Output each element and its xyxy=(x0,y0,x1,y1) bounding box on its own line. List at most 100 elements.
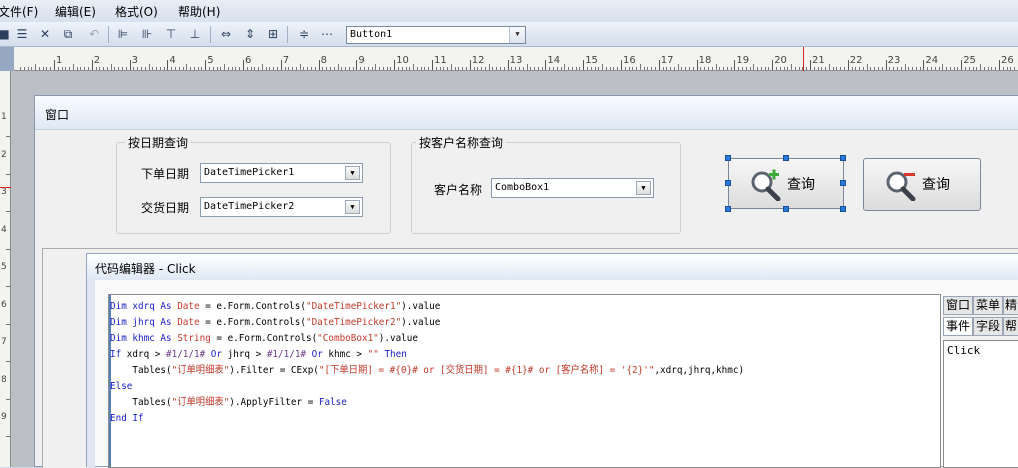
tab-fields[interactable]: 字段 xyxy=(973,317,1003,336)
ruler-tick xyxy=(106,67,108,70)
form-title-bar[interactable]: 窗口 xyxy=(35,96,1018,130)
ruler-label: 15 xyxy=(585,55,598,66)
ruler-tick xyxy=(224,64,226,70)
chevron-down-icon[interactable]: ▼ xyxy=(345,166,360,180)
ruler-tick xyxy=(753,64,755,70)
ruler-tick xyxy=(605,67,607,70)
chevron-down-icon[interactable]: ▼ xyxy=(509,27,525,43)
same-width-icon[interactable]: ⇔ xyxy=(218,26,234,42)
menu-help[interactable]: 帮助(H) xyxy=(178,3,220,20)
ruler-tick xyxy=(741,67,743,70)
ruler-tick xyxy=(212,67,214,70)
ruler-tick xyxy=(927,67,929,70)
tab-fine[interactable]: 精 xyxy=(1003,296,1018,315)
ruler-tick xyxy=(477,67,479,70)
tab-menu[interactable]: 菜单 xyxy=(973,296,1003,315)
ruler-tick xyxy=(481,67,483,70)
ruler-tick xyxy=(360,67,362,70)
ruler-tick xyxy=(775,67,777,70)
selection-handle[interactable] xyxy=(783,206,789,212)
save-icon[interactable]: ■ xyxy=(0,26,12,42)
event-item-click[interactable]: Click xyxy=(947,344,1015,357)
ruler-label: 2 xyxy=(1,149,7,160)
align-left-icon[interactable]: ⊫ xyxy=(115,26,131,42)
ruler-tick xyxy=(432,60,433,70)
ruler-tick xyxy=(6,286,10,287)
align-top-icon[interactable]: ⊤ xyxy=(163,26,179,42)
customer-combobox[interactable]: ComboBox1 ▼ xyxy=(491,178,654,198)
align-bottom-icon[interactable]: ⊥ xyxy=(187,26,203,42)
menu-file[interactable]: 文件(F) xyxy=(0,3,38,20)
ruler-tick xyxy=(273,67,275,70)
ruler-tick xyxy=(946,67,948,70)
same-size-icon[interactable]: ⊞ xyxy=(265,26,281,42)
chevron-down-icon[interactable]: ▼ xyxy=(636,181,651,195)
code-editor-title-bar[interactable]: 代码编辑器 - Click xyxy=(87,254,1018,280)
side-panel: 窗口 菜单 精 事件 字段 帮 Click xyxy=(943,296,1018,468)
ruler-tick xyxy=(250,67,252,70)
ruler-tick xyxy=(534,67,536,70)
ruler-tick xyxy=(216,67,218,70)
tab-help[interactable]: 帮 xyxy=(1003,317,1018,336)
ruler-tick xyxy=(957,67,959,70)
space-horizontal-icon[interactable]: ⋯ xyxy=(319,26,335,42)
vertical-ruler: 1 2 3 4 5 6 7 8 9 xyxy=(0,71,11,467)
ruler-tick xyxy=(885,60,887,70)
menu-edit[interactable]: 编辑(E) xyxy=(55,3,96,20)
ruler-label: 1 xyxy=(1,112,7,122)
ruler-tick xyxy=(95,67,97,70)
ruler-tick xyxy=(31,67,33,70)
tab-events[interactable]: 事件 xyxy=(943,317,973,336)
selection-handle[interactable] xyxy=(840,180,846,186)
selection-handle[interactable] xyxy=(783,155,789,161)
delete-icon[interactable]: ✕ xyxy=(37,26,53,42)
ruler-tick xyxy=(386,67,388,70)
ruler-tick xyxy=(723,67,725,70)
ruler-corner xyxy=(0,47,14,71)
ruler-tick xyxy=(507,60,509,70)
ruler-tick xyxy=(35,64,37,70)
query-button-2[interactable]: 查询 xyxy=(863,158,981,211)
editor-left-margin xyxy=(87,280,95,468)
ruler-tick xyxy=(715,64,717,70)
undo-icon[interactable]: ↶ xyxy=(86,26,102,42)
selection-handle[interactable] xyxy=(725,206,731,212)
ruler-label: 4 xyxy=(169,55,176,66)
order-date-picker[interactable]: DateTimePicker1 ▼ xyxy=(200,163,363,183)
ruler-label: 3 xyxy=(131,55,138,66)
ruler-label: 20 xyxy=(774,55,787,66)
ruler-tick xyxy=(726,67,728,70)
control-selector[interactable]: Button1 ▼ xyxy=(346,26,526,44)
selection-handle[interactable] xyxy=(840,155,846,161)
ruler-tick xyxy=(148,64,150,70)
code-text-area[interactable]: Dim xdrq As Date = e.Form.Controls("Date… xyxy=(108,294,941,468)
tab-window[interactable]: 窗口 xyxy=(943,296,973,315)
space-vertical-icon[interactable]: ≑ xyxy=(296,26,312,42)
ruler-label: 17 xyxy=(660,55,674,66)
ruler-tick xyxy=(254,67,256,70)
ruler-label: 1 xyxy=(56,55,63,66)
code-editor-window[interactable]: 代码编辑器 - Click Dim xdrq As Date = e.Form.… xyxy=(86,253,1018,468)
ruler-tick xyxy=(628,67,630,70)
selection-handle[interactable] xyxy=(725,180,731,186)
cut-icon[interactable]: ☰ xyxy=(14,26,30,42)
align-right-icon[interactable]: ⊪ xyxy=(139,26,155,42)
selection-handle[interactable] xyxy=(725,155,731,161)
ruler-tick xyxy=(182,67,184,70)
chevron-down-icon[interactable]: ▼ xyxy=(345,200,360,214)
ruler-tick xyxy=(896,67,898,70)
same-height-icon[interactable]: ⇕ xyxy=(242,26,258,42)
copy-icon[interactable]: ⧉ xyxy=(60,26,76,42)
ruler-tick xyxy=(904,64,906,70)
ruler-tick xyxy=(152,67,154,70)
ruler-tick xyxy=(227,67,229,70)
query-button[interactable]: 查询 xyxy=(728,158,844,209)
menu-format[interactable]: 格式(O) xyxy=(115,3,158,20)
ruler-tick xyxy=(367,67,369,70)
ruler-tick xyxy=(866,64,868,70)
ruler-tick xyxy=(658,60,660,70)
delivery-date-picker[interactable]: DateTimePicker2 ▼ xyxy=(200,197,363,217)
selection-handle[interactable] xyxy=(840,206,846,212)
ruler-tick xyxy=(133,67,135,70)
ruler-tick xyxy=(174,67,176,70)
